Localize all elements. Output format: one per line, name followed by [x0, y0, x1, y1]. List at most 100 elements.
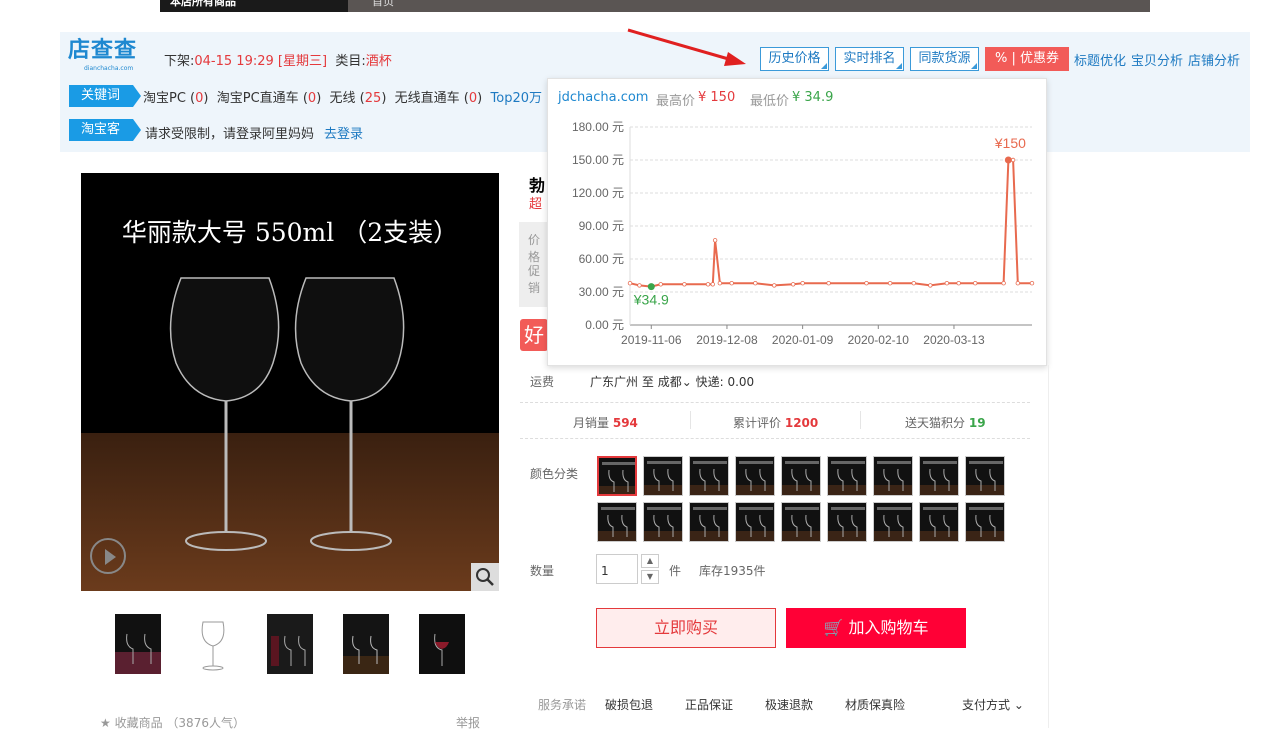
min-price-label: 最低价 [750, 94, 790, 109]
service-item[interactable]: 极速退款 [765, 696, 813, 713]
service-item[interactable]: 正品保证 [685, 696, 733, 713]
popup-site[interactable]: jdchacha.com [558, 90, 648, 105]
dropdown-corner-icon [896, 63, 902, 69]
favorite-item[interactable]: ★ 收藏商品 （3876人气） [100, 714, 245, 731]
color-swatch[interactable] [597, 502, 637, 542]
home-tab[interactable]: 首页 [348, 0, 1150, 12]
dianchacha-logo[interactable]: 店查查 dianchacha.com [68, 38, 154, 74]
service-item[interactable]: 材质保真险 [845, 696, 905, 713]
x-tick-label: 2020-02-10 [848, 333, 910, 347]
keyword-item[interactable]: 无线直通车 (0) [395, 91, 483, 106]
color-swatch[interactable] [873, 456, 913, 496]
realtime-rank-button[interactable]: 实时排名 [835, 47, 904, 71]
color-swatch[interactable] [735, 456, 775, 496]
price-point [944, 280, 950, 286]
payment-method-dropdown[interactable]: 支付方式 ⌄ [962, 696, 1024, 713]
ship-to-select[interactable]: 成都⌄ [658, 375, 692, 389]
service-item[interactable]: 破损包退 [605, 696, 653, 713]
y-tick-label: 30.00 元 [579, 285, 624, 299]
y-tick-label: 0.00 元 [585, 318, 624, 332]
same-source-button[interactable]: 同款货源 [910, 47, 979, 71]
shop-analysis-link[interactable]: 店铺分析 [1188, 50, 1240, 69]
color-swatch[interactable] [781, 502, 821, 542]
y-tick-label: 120.00 元 [572, 186, 624, 200]
shipping-fee: 快递: 0.00 [695, 375, 755, 389]
keyword-item[interactable]: 淘宝PC直通车 (0) [217, 91, 322, 106]
service-label: 服务承诺 [538, 698, 587, 712]
offline-info: 下架:04-15 19:29 [星期三] 类目:酒杯 [164, 50, 392, 69]
x-tick-label: 2019-12-08 [696, 333, 758, 347]
category-value[interactable]: 酒杯 [366, 54, 392, 69]
quantity-up-button[interactable]: ▲ [641, 554, 659, 568]
shipping-info: 广东广州 至 成都⌄ 快递: 0.00 [590, 373, 754, 390]
quantity-unit: 件 [669, 564, 682, 578]
add-to-cart-button[interactable]: 🛒 加入购物车 [786, 608, 966, 648]
color-swatch[interactable] [643, 502, 683, 542]
wine-glasses-illustration [81, 277, 499, 591]
top-bar: 本店所有商品 首页 [0, 0, 1261, 12]
price-point [658, 282, 663, 287]
price-point [1015, 280, 1021, 286]
ship-to-label: 至 [641, 375, 654, 389]
color-swatch[interactable] [919, 502, 959, 542]
chevron-down-icon: ⌄ [681, 375, 692, 389]
promo-label: 促销 [528, 264, 541, 295]
price-point [973, 280, 978, 286]
price-point [956, 280, 961, 286]
taobaoke-message: 请求受限制，请登录阿里妈妈 [145, 127, 315, 142]
price-history-chart: 0.00 元 30.00 元 60.00 元 90.00 元 120.00 元 150.0… [572, 120, 1035, 347]
monthly-sales: 月销量 594 [573, 416, 638, 430]
thumbnail[interactable] [191, 614, 237, 674]
logo-subtext: dianchacha.com [84, 65, 134, 72]
color-swatch[interactable] [735, 502, 775, 542]
history-price-label: 历史价格 [768, 51, 821, 66]
x-tick-label: 2020-03-13 [923, 333, 985, 347]
same-source-label: 同款货源 [918, 51, 971, 66]
title-optimize-link[interactable]: 标题优化 [1074, 50, 1126, 69]
price-point [627, 280, 633, 286]
keyword-row: 淘宝PC (0) 淘宝PC直通车 (0) 无线 (25) 无线直通车 (0) T… [143, 87, 542, 106]
min-price-point [647, 283, 655, 291]
realtime-rank-label: 实时排名 [843, 51, 896, 66]
divider [520, 438, 1030, 439]
y-tick-label: 60.00 元 [579, 252, 624, 266]
color-swatch[interactable] [965, 456, 1005, 496]
item-analysis-link[interactable]: 宝贝分析 [1131, 50, 1183, 69]
play-video-icon[interactable] [90, 538, 126, 574]
price-point [928, 283, 933, 288]
thumbnail[interactable] [267, 614, 313, 674]
keyword-item[interactable]: 淘宝PC (0) [143, 91, 209, 106]
history-price-button[interactable]: 历史价格 [760, 47, 829, 71]
color-swatch[interactable] [919, 456, 959, 496]
thumbnail[interactable] [115, 614, 161, 674]
divider [690, 411, 691, 429]
shipping-label: 运费 [530, 375, 555, 389]
color-swatch[interactable] [873, 502, 913, 542]
main-product-image[interactable]: 华丽款大号 550ml （2支装） [81, 173, 499, 591]
review-count[interactable]: 累计评价 1200 [733, 414, 818, 431]
color-swatch[interactable] [643, 456, 683, 496]
color-swatch[interactable] [827, 502, 867, 542]
top-keywords-link[interactable]: Top20万 [491, 91, 542, 106]
shop-all-items-tab[interactable]: 本店所有商品 [160, 0, 348, 12]
quantity-down-button[interactable]: ▼ [641, 570, 659, 584]
quantity-input[interactable]: 1 [596, 554, 638, 584]
buy-now-button[interactable]: 立即购买 [596, 608, 776, 648]
color-swatch[interactable] [965, 502, 1005, 542]
price-point [682, 282, 687, 287]
coupon-button[interactable]: % | 优惠券 [985, 47, 1069, 71]
divider [520, 402, 1030, 403]
price-point [790, 282, 796, 287]
taobaoke-row: 请求受限制，请登录阿里妈妈 去登录 [145, 123, 363, 142]
thumbnail[interactable] [343, 614, 389, 674]
color-swatch[interactable] [827, 456, 867, 496]
keyword-item[interactable]: 无线 (25) [330, 91, 387, 106]
report-link[interactable]: 举报 [456, 714, 480, 731]
color-swatch[interactable] [689, 502, 729, 542]
thumbnail[interactable] [419, 614, 465, 674]
color-swatch[interactable] [597, 456, 637, 496]
zoom-icon[interactable] [471, 563, 499, 591]
color-swatch[interactable] [689, 456, 729, 496]
color-swatch[interactable] [781, 456, 821, 496]
login-link[interactable]: 去登录 [324, 127, 363, 142]
